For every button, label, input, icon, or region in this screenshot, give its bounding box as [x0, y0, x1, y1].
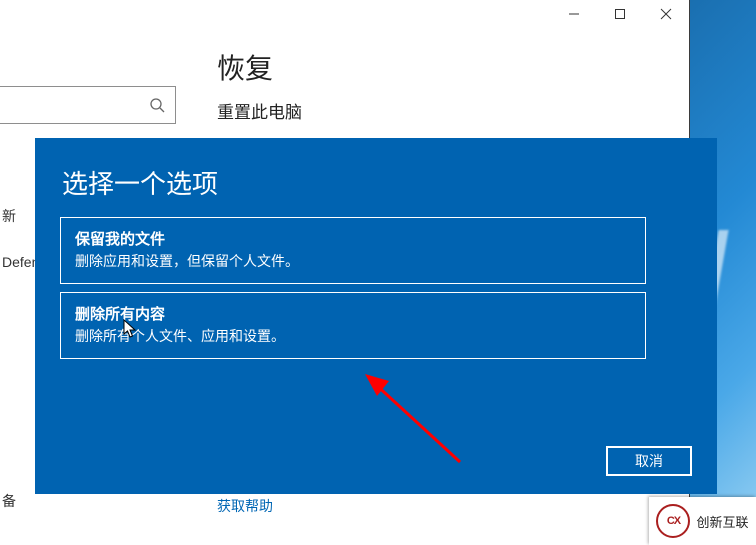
window-controls: [551, 0, 689, 30]
option-keep-files[interactable]: 保留我的文件 删除应用和设置，但保留个人文件。: [60, 217, 646, 284]
cancel-button[interactable]: 取消: [606, 446, 692, 476]
close-button[interactable]: [643, 0, 689, 28]
dialog-title: 选择一个选项: [62, 164, 218, 201]
help-link[interactable]: 获取帮助: [217, 496, 273, 516]
option-remove-everything[interactable]: 删除所有内容 删除所有个人文件、应用和设置。: [60, 292, 646, 359]
close-icon: [660, 8, 672, 20]
search-input[interactable]: [0, 86, 176, 124]
watermark-logo-icon: CX: [656, 504, 690, 538]
watermark-label: 创新互联: [696, 512, 748, 531]
maximize-icon: [614, 8, 626, 20]
sidebar-item-partial[interactable]: 新: [2, 206, 16, 226]
minimize-icon: [568, 8, 580, 20]
search-icon: [149, 97, 165, 113]
section-heading: 重置此电脑: [217, 98, 302, 123]
option-title: 保留我的文件: [75, 228, 631, 249]
sidebar-item-partial[interactable]: 备: [2, 491, 16, 511]
option-description: 删除所有个人文件、应用和设置。: [75, 326, 631, 346]
option-title: 删除所有内容: [75, 303, 631, 324]
reset-options-dialog: 选择一个选项 保留我的文件 删除应用和设置，但保留个人文件。 删除所有内容 删除…: [36, 139, 716, 493]
maximize-button[interactable]: [597, 0, 643, 28]
minimize-button[interactable]: [551, 0, 597, 28]
page-title: 恢复: [217, 47, 273, 87]
option-description: 删除应用和设置，但保留个人文件。: [75, 251, 631, 271]
watermark-badge: CX 创新互联: [649, 497, 756, 545]
